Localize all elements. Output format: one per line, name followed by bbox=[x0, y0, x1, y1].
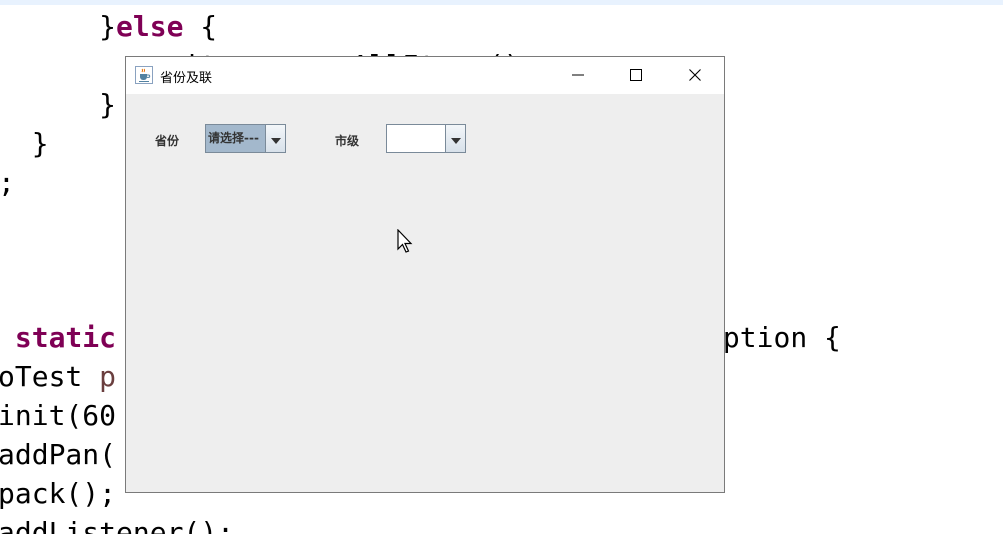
code-line: addPan( bbox=[0, 438, 116, 472]
code-token: addListener(); bbox=[0, 516, 235, 534]
province-label: 省份 bbox=[155, 134, 180, 148]
code-token: pack(); bbox=[0, 477, 117, 510]
java-cup-icon bbox=[135, 66, 153, 84]
code-token: } bbox=[0, 127, 49, 160]
app-window[interactable]: 省份及联 省份 请选择--- 市级 bbox=[125, 56, 725, 493]
city-combobox-value bbox=[387, 125, 445, 152]
code-line: } bbox=[0, 127, 49, 161]
chevron-down-icon bbox=[270, 129, 281, 148]
code-line: init(60 bbox=[0, 399, 116, 433]
editor-current-line-highlight bbox=[0, 0, 1003, 5]
code-token: static bbox=[14, 321, 117, 354]
maximize-button[interactable] bbox=[607, 57, 665, 94]
code-token: } bbox=[99, 10, 117, 43]
code-token: p bbox=[99, 360, 117, 393]
code-token: addPan( bbox=[0, 438, 117, 471]
code-token: } bbox=[0, 88, 117, 121]
minimize-button[interactable] bbox=[549, 57, 607, 94]
province-combobox[interactable]: 请选择--- bbox=[205, 124, 286, 153]
code-line: pack(); bbox=[0, 477, 116, 511]
close-icon bbox=[689, 66, 701, 85]
code-line: } bbox=[0, 88, 116, 122]
code-token: ; bbox=[0, 166, 15, 199]
code-token: else bbox=[116, 10, 184, 43]
city-combobox[interactable] bbox=[386, 124, 466, 153]
window-content: 省份 请选择--- 市级 bbox=[126, 94, 724, 492]
city-label: 市级 bbox=[335, 134, 360, 148]
code-line: }else { bbox=[0, 10, 217, 44]
chevron-down-icon bbox=[450, 129, 461, 148]
code-line: ; bbox=[0, 166, 15, 200]
code-line: oTest p bbox=[0, 360, 116, 394]
mouse-pointer-icon bbox=[397, 228, 415, 255]
code-token: { bbox=[183, 10, 218, 43]
window-titlebar[interactable]: 省份及联 bbox=[126, 57, 724, 94]
close-button[interactable] bbox=[666, 57, 724, 94]
province-combobox-arrow[interactable] bbox=[265, 125, 285, 152]
maximize-icon bbox=[630, 66, 642, 85]
code-token: oTest bbox=[0, 360, 100, 393]
code-token: init(60 bbox=[0, 399, 117, 432]
minimize-icon bbox=[572, 66, 584, 85]
city-combobox-arrow[interactable] bbox=[445, 125, 465, 152]
window-title: 省份及联 bbox=[160, 71, 213, 86]
province-combobox-value: 请选择--- bbox=[206, 125, 265, 152]
code-line: addListener(); bbox=[0, 516, 234, 534]
